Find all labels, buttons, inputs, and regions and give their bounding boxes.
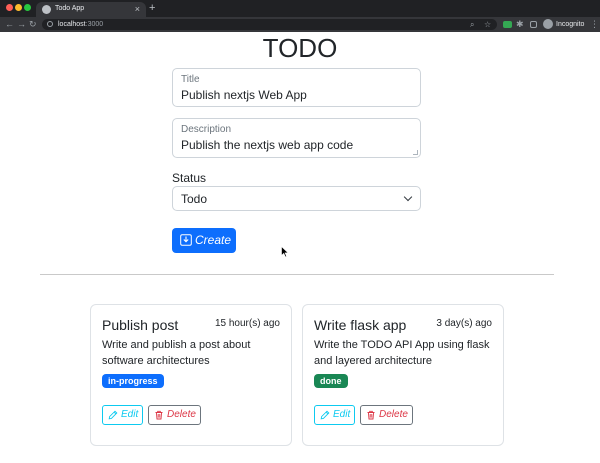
create-label: Create (195, 233, 232, 247)
trash-icon (367, 410, 375, 420)
resize-handle-icon[interactable] (413, 150, 418, 155)
todo-time: 15 hour(s) ago (214, 318, 280, 329)
status-badge: in-progress (102, 374, 164, 388)
status-label: Status (172, 171, 207, 185)
status-value: Todo (181, 192, 208, 206)
tab-title: Todo App (55, 5, 85, 12)
info-icon[interactable] (47, 21, 53, 27)
edit-label: Edit (121, 409, 139, 420)
title-value: Publish nextjs Web App (181, 88, 307, 102)
description-value: Publish the nextjs web app code (181, 138, 354, 152)
forward-icon[interactable]: → (17, 18, 26, 31)
window-minimize-button[interactable] (15, 4, 22, 11)
todo-title: Publish post (102, 317, 179, 333)
pencil-icon (108, 410, 118, 420)
todo-description: Write and publish a post about software … (102, 339, 251, 367)
todo-description: Write the TODO API App using flask and l… (314, 339, 490, 367)
back-icon[interactable]: ← (5, 18, 14, 31)
todo-card: Write flask app 3 day(s) ago Write the T… (302, 304, 504, 446)
browser-toolbar: ← → ↻ localhost:3000 ⌕ ☆ ✱ Incognito ⋮ (0, 17, 600, 32)
more-menu-icon[interactable]: ⋮ (590, 18, 599, 31)
url-host: localhost (58, 21, 86, 28)
title-label: Title (181, 74, 200, 85)
zoom-icon[interactable]: ⌕ (470, 19, 474, 30)
browser-tab[interactable]: Todo App × (36, 2, 146, 17)
download-icon (180, 234, 192, 246)
todo-title: Write flask app (314, 317, 407, 333)
edit-button[interactable]: Edit (102, 405, 143, 425)
delete-label: Delete (167, 409, 196, 420)
puzzle-icon[interactable]: ✱ (516, 18, 524, 31)
tab-close-icon[interactable]: × (135, 3, 140, 15)
side-panel-icon[interactable] (530, 21, 537, 28)
create-button[interactable]: Create (172, 228, 236, 253)
delete-label: Delete (379, 409, 408, 420)
window-zoom-button[interactable] (24, 4, 31, 11)
window-close-button[interactable] (6, 4, 13, 11)
trash-icon (155, 410, 163, 420)
title-input[interactable]: Title Publish nextjs Web App (172, 68, 421, 107)
url-text: localhost:3000 (58, 20, 103, 29)
reload-icon[interactable]: ↻ (29, 18, 37, 31)
incognito-avatar-icon[interactable] (543, 19, 553, 29)
url-port: :3000 (85, 21, 104, 28)
edit-label: Edit (333, 409, 351, 420)
globe-icon (42, 5, 51, 14)
divider (40, 274, 554, 275)
todo-time: 3 day(s) ago (436, 318, 492, 329)
extension-icon[interactable] (503, 21, 512, 28)
delete-button[interactable]: Delete (360, 405, 413, 425)
edit-button[interactable]: Edit (314, 405, 355, 425)
browser-tab-bar: Todo App × + (0, 0, 600, 17)
address-bar[interactable]: localhost:3000 ⌕ ☆ (42, 19, 497, 30)
incognito-label: Incognito (556, 21, 585, 28)
bookmark-star-icon[interactable]: ☆ (484, 19, 491, 30)
page-title: TODO (262, 33, 338, 63)
description-label: Description (181, 124, 232, 135)
todo-card: Publish post 15 hour(s) ago Write and pu… (90, 304, 292, 446)
new-tab-button[interactable]: + (149, 1, 155, 15)
mouse-cursor-icon (281, 246, 289, 258)
description-textarea[interactable]: Description Publish the nextjs web app c… (172, 118, 421, 158)
status-select[interactable]: Todo (172, 186, 421, 211)
delete-button[interactable]: Delete (148, 405, 201, 425)
pencil-icon (320, 410, 330, 420)
status-badge: done (314, 374, 348, 388)
chevron-down-icon (403, 192, 413, 202)
